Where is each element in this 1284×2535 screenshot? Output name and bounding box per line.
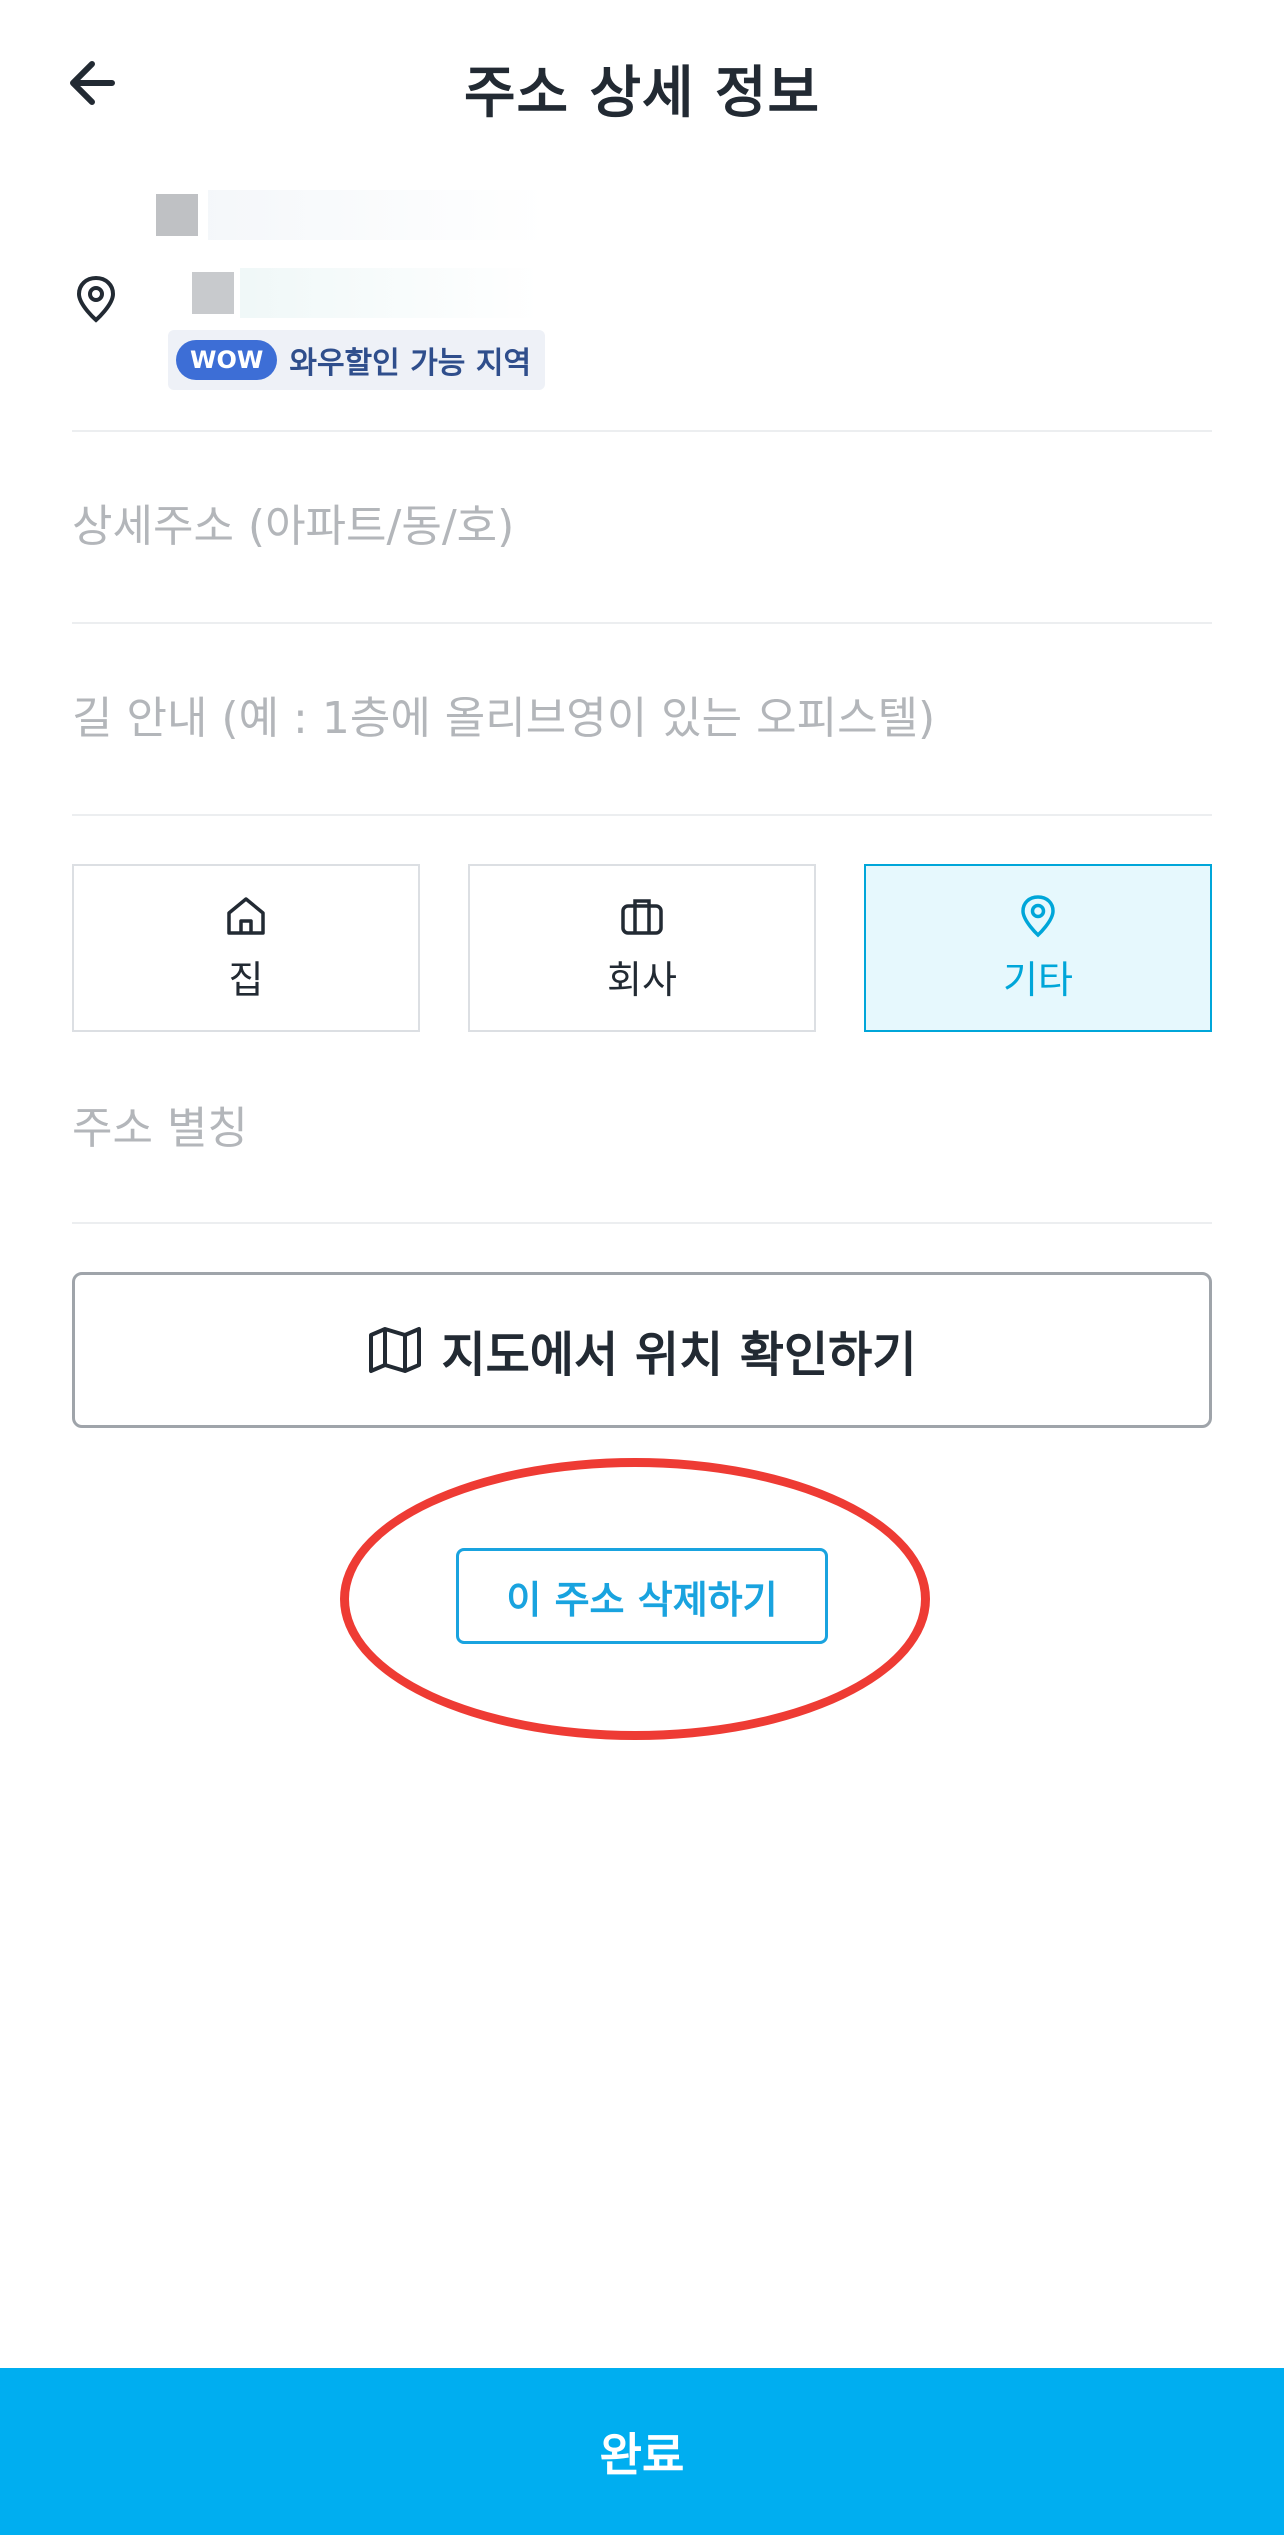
delete-address-button[interactable]: 이 주소 삭제하기 [456,1548,828,1644]
type-home-label: 집 [228,957,264,1002]
type-company-label: 회사 [607,957,677,1002]
complete-button[interactable]: 완료 [0,2368,1284,2535]
redacted-address-line-2-fade [240,268,540,318]
check-location-on-map-button[interactable]: 지도에서 위치 확인하기 [72,1272,1212,1428]
wow-discount-tag: WOW 와우할인 가능 지역 [168,330,546,390]
divider [72,1222,1212,1224]
briefcase-icon [621,898,663,935]
location-pin-icon [1021,894,1055,937]
wow-badge: WOW [176,340,278,380]
address-alias-input[interactable] [72,1068,1212,1188]
detail-address-input[interactable] [72,466,1212,586]
redacted-address-line-1 [156,194,198,236]
address-detail-screen: 주소 상세 정보 WOW 와우할인 가능 지역 집 [0,0,1284,2535]
header: 주소 상세 정보 [0,0,1284,170]
map-icon [369,1327,422,1373]
type-company-button[interactable]: 회사 [468,864,816,1032]
home-icon [227,896,265,935]
wow-discount-label: 와우할인 가능 지역 [289,346,532,381]
type-home-button[interactable]: 집 [72,864,420,1032]
map-button-label: 지도에서 위치 확인하기 [441,1327,917,1383]
divider [72,814,1212,816]
type-other-label: 기타 [1003,957,1073,1002]
divider [72,430,1212,432]
type-other-button[interactable]: 기타 [864,864,1212,1032]
directions-input[interactable] [72,658,1212,778]
redacted-address-line-1-fade [208,190,548,240]
complete-button-label: 완료 [599,2427,685,2482]
redacted-address-line-2 [192,272,234,314]
divider [72,622,1212,624]
delete-button-label: 이 주소 삭제하기 [506,1577,778,1622]
page-title: 주소 상세 정보 [463,61,821,126]
location-pin-icon [74,274,118,324]
address-summary: WOW 와우할인 가능 지역 [72,180,1212,430]
